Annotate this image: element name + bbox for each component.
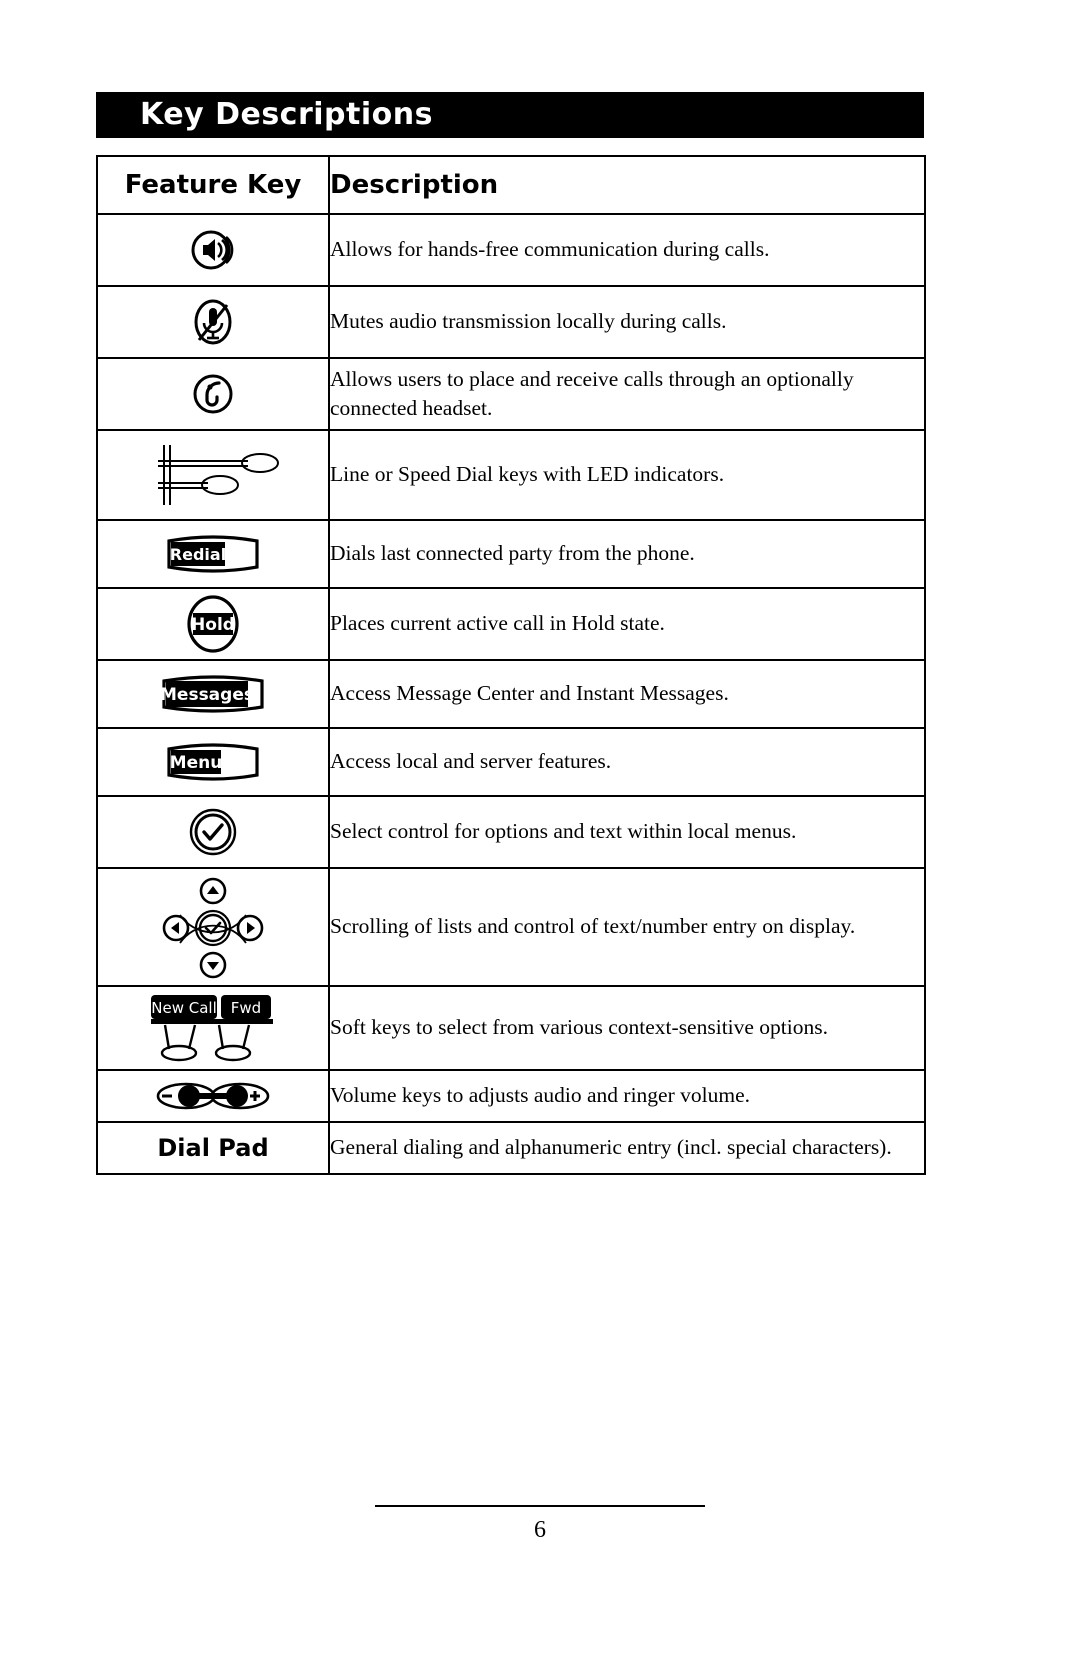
table-row: Allows users to place and receive calls … xyxy=(96,357,926,431)
table-row: Line or Speed Dial keys with LED indicat… xyxy=(96,429,926,521)
speaker-icon xyxy=(98,222,328,278)
select-key-icon xyxy=(98,804,328,860)
footer-divider xyxy=(375,1505,705,1507)
messages-key-label: Messages xyxy=(160,685,254,705)
feature-key-cell xyxy=(96,285,330,359)
key-descriptions-table: Feature Key Description Allows for hands… xyxy=(96,155,926,1175)
headset-icon xyxy=(98,367,328,421)
table-row: Redial Dials last connected party from t… xyxy=(96,519,926,589)
page-title: Key Descriptions xyxy=(140,97,433,132)
line-keys-icon xyxy=(98,439,328,511)
redial-key-label: Redial xyxy=(170,545,226,564)
feature-key-cell: Hold xyxy=(96,587,330,661)
description-cell: Volume keys to adjusts audio and ringer … xyxy=(328,1069,926,1123)
description-cell: Mutes audio transmission locally during … xyxy=(328,285,926,359)
feature-key-cell xyxy=(96,1069,330,1123)
menu-key-label: Menu xyxy=(170,753,223,773)
feature-key-cell: Menu xyxy=(96,727,330,797)
table-row: Select control for options and text with… xyxy=(96,795,926,869)
feature-key-cell xyxy=(96,429,330,521)
volume-keys-icon xyxy=(98,1076,328,1116)
description-cell: Allows for hands-free communication duri… xyxy=(328,213,926,287)
description-cell: Allows users to place and receive calls … xyxy=(328,357,926,431)
hold-key-icon: Hold xyxy=(98,593,328,655)
dial-pad-label: Dial Pad xyxy=(96,1121,330,1175)
redial-key-icon: Redial xyxy=(98,531,328,577)
navigation-cluster-icon xyxy=(98,873,328,981)
table-row: Allows for hands-free communication duri… xyxy=(96,213,926,287)
feature-key-cell: Redial xyxy=(96,519,330,589)
description-cell: Places current active call in Hold state… xyxy=(328,587,926,661)
feature-key-cell: Messages xyxy=(96,659,330,729)
page-footer: 6 xyxy=(0,1505,1080,1544)
description-cell: Access Message Center and Instant Messag… xyxy=(328,659,926,729)
table-row: Dial Pad General dialing and alphanumeri… xyxy=(96,1121,926,1175)
mute-microphone-icon xyxy=(98,292,328,352)
column-header-description: Description xyxy=(328,155,926,215)
description-cell: Line or Speed Dial keys with LED indicat… xyxy=(328,429,926,521)
soft-key-label-new-call: New Call xyxy=(151,999,217,1017)
feature-key-cell xyxy=(96,357,330,431)
table-row: Hold Places current active call in Hold … xyxy=(96,587,926,661)
table-row: Scrolling of lists and control of text/n… xyxy=(96,867,926,987)
feature-key-cell xyxy=(96,795,330,869)
soft-key-label-fwd: Fwd xyxy=(231,999,261,1017)
table-row: Mutes audio transmission locally during … xyxy=(96,285,926,359)
menu-key-icon: Menu xyxy=(98,739,328,785)
table-row: Messages Access Message Center and Insta… xyxy=(96,659,926,729)
feature-key-cell xyxy=(96,213,330,287)
page-number: 6 xyxy=(534,1517,546,1543)
description-cell: Dials last connected party from the phon… xyxy=(328,519,926,589)
table-row: Volume keys to adjusts audio and ringer … xyxy=(96,1069,926,1123)
description-cell: Select control for options and text with… xyxy=(328,795,926,869)
messages-key-icon: Messages xyxy=(98,671,328,717)
document-page: Key Descriptions Feature Key Description xyxy=(0,0,1080,1669)
description-cell: Scrolling of lists and control of text/n… xyxy=(328,867,926,987)
description-cell: Soft keys to select from various context… xyxy=(328,985,926,1071)
feature-key-cell xyxy=(96,867,330,987)
column-header-feature-key: Feature Key xyxy=(96,155,330,215)
description-cell: General dialing and alphanumeric entry (… xyxy=(328,1121,926,1175)
description-cell: Access local and server features. xyxy=(328,727,926,797)
soft-keys-icon: New Call Fwd xyxy=(98,989,328,1067)
hold-key-label: Hold xyxy=(191,615,235,635)
table-row: Menu Access local and server features. xyxy=(96,727,926,797)
table-row: New Call Fwd Soft keys to select from va… xyxy=(96,985,926,1071)
feature-key-cell: New Call Fwd xyxy=(96,985,330,1071)
section-header-bar: Key Descriptions xyxy=(96,92,924,138)
table-header-row: Feature Key Description xyxy=(96,155,926,215)
